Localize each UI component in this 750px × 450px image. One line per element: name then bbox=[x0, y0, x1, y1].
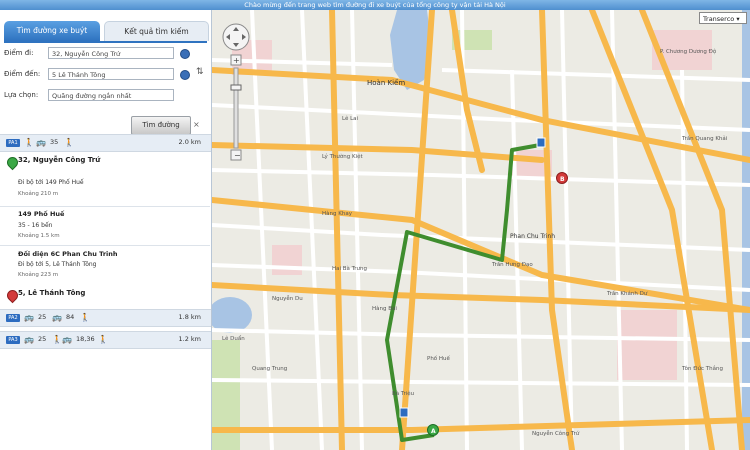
divider bbox=[0, 206, 210, 207]
bus-distance: Khoảng 1.5 km bbox=[18, 233, 60, 239]
from-input[interactable]: 32, Nguyễn Công Trứ bbox=[48, 47, 174, 59]
label-pho-hue: Phố Huế bbox=[427, 355, 451, 362]
walk-icon: 🚶 bbox=[24, 138, 34, 147]
option-select[interactable]: Quãng đường ngắn nhất bbox=[48, 89, 174, 101]
map-canvas[interactable]: Hoàn Kiếm Phan Chu Trinh Trần Hưng Đạo N… bbox=[212, 10, 750, 450]
walk-distance: Khoảng 210 m bbox=[18, 191, 59, 197]
walk-distance: Khoảng 223 m bbox=[18, 272, 59, 278]
tab-bus-search[interactable]: Tìm đường xe buýt bbox=[4, 21, 100, 41]
walk-icon: 🚶 bbox=[98, 335, 108, 344]
bus-number: 35 bbox=[50, 138, 59, 146]
map-svg: Hoàn Kiếm Phan Chu Trinh Trần Hưng Đạo N… bbox=[212, 10, 750, 450]
bus-number: 25 bbox=[38, 335, 47, 343]
bus-icon: 🚌 bbox=[24, 313, 34, 322]
label-hang-bai: Hàng Bài bbox=[372, 305, 397, 312]
bus-stop-icon[interactable] bbox=[536, 137, 546, 148]
to-label: Điểm đến: bbox=[4, 70, 41, 78]
option-label: Lựa chọn: bbox=[4, 91, 39, 99]
bus-icon: 🚌 bbox=[52, 313, 62, 322]
tab-results[interactable]: Kết quả tìm kiếm bbox=[104, 21, 209, 41]
close-icon[interactable]: × bbox=[193, 120, 200, 129]
gear-icon[interactable] bbox=[180, 70, 190, 80]
pin-b-label: B bbox=[560, 176, 565, 183]
label-le-duan: Lê Duẩn bbox=[222, 335, 245, 342]
operator-select-label: Transerco bbox=[703, 15, 735, 23]
from-label: Điểm đi: bbox=[4, 49, 34, 57]
find-route-button[interactable]: Tìm đường bbox=[131, 116, 191, 135]
bus-number: 84 bbox=[66, 313, 75, 321]
route-distance: 2.0 km bbox=[178, 138, 202, 146]
route-badge: PA1 bbox=[6, 139, 20, 147]
tab-underline bbox=[4, 41, 207, 43]
tab-bar: Tìm đường xe buýt Kết quả tìm kiếm bbox=[4, 21, 209, 41]
stop-title: 149 Phố Huế bbox=[18, 210, 65, 218]
label-hang-khay: Hàng Khay bbox=[322, 210, 353, 217]
pin-b-marker[interactable]: B bbox=[556, 172, 568, 184]
route-option-2[interactable]: PA2 🚌 25 🚌 84 🚶 1.8 km bbox=[0, 309, 211, 327]
bus-icon: 🚌 bbox=[24, 335, 34, 344]
route-distance: 1.2 km bbox=[178, 335, 202, 343]
to-input[interactable]: 5 Lê Thánh Tông bbox=[48, 68, 174, 80]
label-hoan-kiem: Hoàn Kiếm bbox=[367, 79, 405, 87]
pan-control[interactable] bbox=[222, 23, 250, 51]
walk-step: Đi bộ tới 149 Phố Huế bbox=[18, 179, 84, 186]
label-chuong-duong: P. Chương Dương Độ bbox=[660, 48, 717, 55]
bus-icon: 🚌 bbox=[36, 138, 46, 147]
bus-number: 18,36 bbox=[76, 335, 95, 343]
route-option-1[interactable]: PA1 🚶 🚌 35 🚶 2.0 km bbox=[0, 134, 211, 152]
gear-icon[interactable] bbox=[180, 49, 190, 59]
walk-step: Đi bộ tới 5, Lê Thánh Tông bbox=[18, 261, 97, 268]
welcome-banner: Chào mừng đến trang web tìm đường đi xe … bbox=[0, 0, 750, 10]
label-phan-chu-trinh: Phan Chu Trinh bbox=[510, 233, 555, 240]
building-block bbox=[617, 310, 677, 380]
label-tran-khanh-du: Trần Khánh Dư bbox=[606, 289, 648, 297]
label-ly-thuong-kiet: Lý Thường Kiệt bbox=[322, 153, 364, 160]
search-panel: Tìm đường xe buýt Kết quả tìm kiếm Điểm … bbox=[0, 10, 212, 450]
label-le-lai: Lê Lai bbox=[342, 115, 359, 122]
bus-step: 35 - 16 bến bbox=[18, 222, 53, 229]
swap-icon[interactable]: ⇅ bbox=[196, 67, 204, 77]
label-ba-trieu: Bà Triệu bbox=[392, 390, 414, 397]
label-nguyen-cong-tru: Nguyễn Công Trứ bbox=[532, 430, 580, 437]
svg-text:+: + bbox=[233, 56, 240, 65]
bus-number: 25 bbox=[38, 313, 47, 321]
pin-a-label: A bbox=[431, 428, 436, 435]
route-badge: PA3 bbox=[6, 336, 20, 344]
end-title: 5, Lê Thánh Tông bbox=[18, 289, 86, 297]
building-block bbox=[272, 245, 302, 275]
label-tran-hung-dao: Trần Hưng Đạo bbox=[491, 260, 533, 268]
route-distance: 1.8 km bbox=[178, 313, 202, 321]
divider bbox=[0, 245, 210, 246]
label-quang-trung: Quang Trung bbox=[252, 366, 287, 372]
operator-select[interactable]: Transerco ▾ bbox=[699, 12, 747, 24]
pin-a-marker[interactable]: A bbox=[427, 424, 439, 436]
route-option-3[interactable]: PA3 🚌 25 🚶 🚌 18,36 🚶 1.2 km bbox=[0, 331, 211, 349]
start-title: 32, Nguyễn Công Trứ bbox=[18, 156, 101, 164]
label-ton-duc-thang: Tôn Đức Thắng bbox=[681, 365, 723, 372]
park-area bbox=[212, 340, 240, 450]
label-nguyen-du: Nguyễn Du bbox=[272, 295, 303, 302]
route-badge: PA2 bbox=[6, 314, 20, 322]
stop-title: Đối diện 6C Phan Chu Trinh bbox=[18, 250, 118, 258]
label-hai-ba-trung: Hai Bà Trưng bbox=[332, 265, 367, 272]
walk-icon: 🚶 bbox=[80, 313, 90, 322]
bus-stop-icon[interactable] bbox=[399, 407, 409, 418]
svg-text:−: − bbox=[234, 151, 241, 160]
walk-icon: 🚶 bbox=[52, 335, 62, 344]
label-tran-quang-khai: Trần Quang Khải bbox=[681, 134, 728, 142]
walk-icon: 🚶 bbox=[64, 138, 74, 147]
bus-icon: 🚌 bbox=[62, 335, 72, 344]
